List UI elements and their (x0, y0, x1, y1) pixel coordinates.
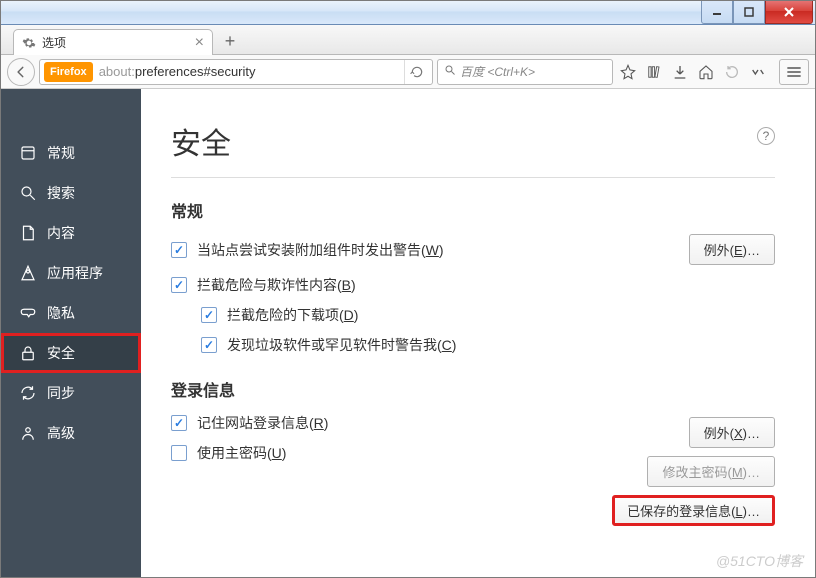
help-icon[interactable]: ? (757, 127, 775, 145)
content-icon (19, 224, 37, 242)
close-window-button[interactable] (765, 1, 813, 24)
tab-preferences[interactable]: 选项 × (13, 29, 213, 55)
sidebar-item-security[interactable]: 安全 (1, 333, 141, 373)
preferences-main: ? 安全 常规 当站点尝试安装附加组件时发出警告(W) 例外(E)… 拦截危险与… (141, 89, 815, 577)
label-remember-logins[interactable]: 记住网站登录信息(R) (197, 413, 328, 433)
home-icon[interactable] (695, 64, 717, 80)
sidebar-item-label: 搜索 (47, 183, 75, 203)
menu-button[interactable] (779, 59, 809, 85)
change-master-password-button[interactable]: 修改主密码(M)… (647, 456, 775, 487)
section-login-heading: 登录信息 (171, 377, 775, 401)
option-block-downloads-row: 拦截危险的下载项(D) (171, 305, 775, 325)
new-tab-button[interactable]: + (217, 30, 243, 52)
sidebar-item-label: 内容 (47, 223, 75, 243)
lock-icon (19, 344, 37, 362)
preferences-content: 常规 搜索 内容 应用程序 隐私 安全 同步 高级 (1, 89, 815, 577)
search-box[interactable]: 百度 <Ctrl+K> (437, 59, 613, 85)
checkbox-block-deceptive[interactable] (171, 277, 187, 293)
minimize-button[interactable] (701, 1, 733, 24)
sidebar-item-label: 同步 (47, 383, 75, 403)
privacy-icon (19, 304, 37, 322)
sidebar-item-general[interactable]: 常规 (1, 133, 141, 173)
sidebar-item-search[interactable]: 搜索 (1, 173, 141, 213)
checkbox-master-password[interactable] (171, 445, 187, 461)
checkbox-block-downloads[interactable] (201, 307, 217, 323)
url-text: about:preferences#security (99, 64, 398, 79)
tab-strip: 选项 × + (1, 25, 815, 55)
label-warn-unwanted[interactable]: 发现垃圾软件或罕见软件时警告我(C) (227, 335, 456, 355)
search-sidebar-icon (19, 184, 37, 202)
overflow-icon[interactable] (747, 67, 769, 77)
sidebar-item-label: 安全 (47, 343, 75, 363)
label-addon-warn[interactable]: 当站点尝试安装附加组件时发出警告(W) (197, 240, 444, 260)
watermark: @51CTO博客 (716, 551, 803, 571)
sidebar-item-label: 常规 (47, 143, 75, 163)
sidebar-item-applications[interactable]: 应用程序 (1, 253, 141, 293)
exceptions-login-button[interactable]: 例外(X)… (689, 417, 775, 448)
sync-icon (19, 384, 37, 402)
preferences-sidebar: 常规 搜索 内容 应用程序 隐私 安全 同步 高级 (1, 89, 141, 577)
saved-logins-button[interactable]: 已保存的登录信息(L)… (612, 495, 775, 526)
option-block-deceptive-row: 拦截危险与欺诈性内容(B) (171, 275, 775, 295)
downloads-icon[interactable] (669, 64, 691, 80)
search-icon (444, 64, 456, 79)
applications-icon (19, 264, 37, 282)
checkbox-warn-unwanted[interactable] (201, 337, 217, 353)
gear-icon (22, 36, 36, 50)
sidebar-item-advanced[interactable]: 高级 (1, 413, 141, 453)
label-master-password[interactable]: 使用主密码(U) (197, 443, 286, 463)
identity-badge: Firefox (44, 62, 93, 82)
bookmark-star-icon[interactable] (617, 64, 639, 80)
sidebar-item-label: 隐私 (47, 303, 75, 323)
option-remember-logins-row: 记住网站登录信息(R) (171, 413, 612, 433)
label-block-deceptive[interactable]: 拦截危险与欺诈性内容(B) (197, 275, 356, 295)
section-general-heading: 常规 (171, 198, 775, 222)
option-warn-unwanted-row: 发现垃圾软件或罕见软件时警告我(C) (171, 335, 775, 355)
sidebar-item-content[interactable]: 内容 (1, 213, 141, 253)
sidebar-item-privacy[interactable]: 隐私 (1, 293, 141, 333)
exceptions-addon-button[interactable]: 例外(E)… (689, 234, 775, 265)
general-icon (19, 144, 37, 162)
sidebar-item-label: 应用程序 (47, 263, 103, 283)
advanced-icon (19, 424, 37, 442)
page-title: 安全 (171, 119, 775, 163)
reload-icon[interactable] (404, 60, 428, 84)
window-title-bar (1, 1, 815, 25)
back-button[interactable] (7, 58, 35, 86)
option-addon-warn-row: 当站点尝试安装附加组件时发出警告(W) 例外(E)… (171, 234, 775, 265)
library-icon[interactable] (643, 64, 665, 80)
search-placeholder: 百度 <Ctrl+K> (460, 63, 535, 80)
close-tab-icon[interactable]: × (195, 35, 204, 51)
label-block-downloads[interactable]: 拦截危险的下载项(D) (227, 305, 358, 325)
sidebar-item-sync[interactable]: 同步 (1, 373, 141, 413)
nav-toolbar: Firefox about:preferences#security 百度 <C… (1, 55, 815, 89)
tab-label: 选项 (42, 34, 66, 51)
history-icon[interactable] (721, 64, 743, 80)
option-master-password-row: 使用主密码(U) (171, 443, 612, 463)
sidebar-item-label: 高级 (47, 423, 75, 443)
checkbox-remember-logins[interactable] (171, 415, 187, 431)
url-bar[interactable]: Firefox about:preferences#security (39, 59, 433, 85)
divider (171, 177, 775, 178)
maximize-button[interactable] (733, 1, 765, 24)
checkbox-addon-warn[interactable] (171, 242, 187, 258)
